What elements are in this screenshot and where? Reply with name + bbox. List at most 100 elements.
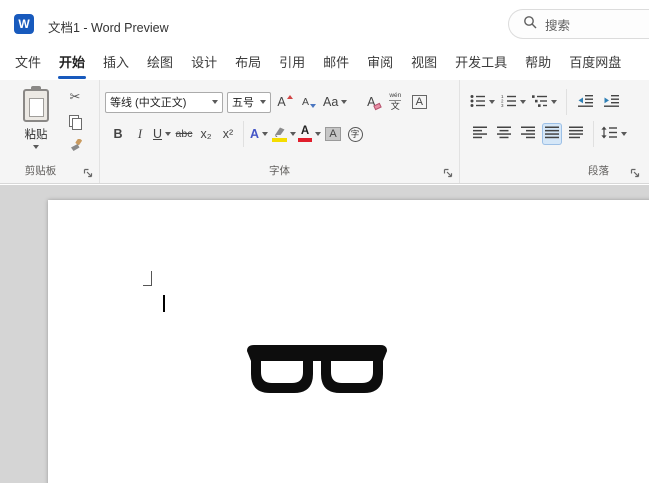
increase-indent-icon [604, 94, 620, 111]
format-painter-button[interactable] [62, 136, 88, 158]
character-border-icon: A [412, 95, 427, 109]
tab-help[interactable]: 帮助 [516, 48, 560, 80]
align-left-button[interactable] [470, 123, 490, 145]
cut-button[interactable]: ✂ [62, 86, 88, 108]
line-spacing-button[interactable] [601, 123, 627, 145]
clipboard-dialog-launcher[interactable] [82, 167, 94, 179]
tab-mailings[interactable]: 邮件 [314, 48, 358, 80]
change-case-icon: Aa [323, 95, 338, 109]
copy-button[interactable] [62, 111, 88, 133]
align-left-icon [473, 126, 488, 142]
decrease-indent-button[interactable] [576, 91, 596, 113]
font-color-icon: A [298, 126, 312, 143]
tab-view[interactable]: 视图 [402, 48, 446, 80]
superscript-button[interactable]: x² [218, 123, 238, 145]
character-shading-icon: A [325, 127, 340, 141]
text-boundary-mark [143, 271, 152, 286]
highlight-icon [271, 126, 287, 142]
justify-icon [545, 126, 560, 142]
grow-font-icon: A [277, 95, 285, 109]
ribbon: 粘贴 ✂ 剪贴板 [0, 80, 649, 184]
subscript-icon: x₂ [200, 127, 211, 141]
copy-icon [68, 115, 82, 129]
align-right-button[interactable] [518, 123, 538, 145]
align-right-icon [521, 126, 536, 142]
shrink-font-icon: A [302, 96, 309, 108]
justify-button[interactable] [542, 123, 562, 145]
tab-insert[interactable]: 插入 [94, 48, 138, 80]
font-name-value: 等线 (中文正文) [110, 94, 186, 110]
increase-indent-button[interactable] [602, 91, 622, 113]
document-page[interactable] [48, 200, 649, 483]
italic-button[interactable]: I [130, 123, 150, 145]
search-icon [523, 15, 537, 34]
font-size-combobox[interactable]: 五号 [227, 92, 271, 113]
grow-arrow-icon [287, 95, 293, 99]
text-effects-button[interactable]: A [249, 123, 269, 145]
bold-button[interactable]: B [108, 123, 128, 145]
enclose-characters-button[interactable]: 字 [345, 123, 365, 145]
multilevel-list-button[interactable] [532, 91, 557, 113]
grow-font-button[interactable]: A [275, 91, 295, 113]
tab-draw[interactable]: 绘图 [138, 48, 182, 80]
format-painter-icon [68, 139, 83, 156]
tab-developer[interactable]: 开发工具 [446, 48, 516, 80]
character-shading-button[interactable]: A [323, 123, 343, 145]
tab-file[interactable]: 文件 [6, 48, 50, 80]
word-app-window: W 文档1 - Word Preview 搜索 文件 开始 插入 绘图 设计 布… [0, 0, 649, 483]
ribbon-tabbar: 文件 开始 插入 绘图 设计 布局 引用 邮件 审阅 视图 开发工具 帮助 百度… [0, 48, 649, 80]
change-case-button[interactable]: Aa [323, 91, 347, 113]
line-spacing-caret [621, 132, 627, 136]
font-dialog-launcher[interactable] [442, 167, 454, 179]
bullets-caret [489, 100, 495, 104]
italic-icon: I [138, 127, 142, 142]
paragraph-dialog-launcher[interactable] [629, 167, 641, 179]
superscript-icon: x² [223, 127, 233, 141]
strikethrough-button[interactable]: abc [174, 123, 194, 145]
bullets-icon [470, 94, 486, 111]
phonetic-guide-button[interactable]: wén 文 [385, 91, 405, 113]
bullets-button[interactable] [470, 91, 495, 113]
subscript-button[interactable]: x₂ [196, 123, 216, 145]
character-border-button[interactable]: A [409, 91, 429, 113]
tab-design[interactable]: 设计 [182, 48, 226, 80]
highlight-caret [290, 132, 296, 136]
document-title: 文档1 - Word Preview [48, 17, 169, 36]
change-case-caret [341, 100, 347, 104]
numbering-button[interactable]: 123 [501, 91, 526, 113]
font-color-button[interactable]: A [298, 123, 321, 145]
text-effects-caret [262, 132, 268, 136]
phonetic-guide-icon: wén 文 [389, 93, 401, 112]
paste-dropdown-caret [33, 145, 39, 149]
paste-button[interactable]: 粘贴 [12, 86, 60, 162]
shrink-arrow-icon [310, 104, 316, 108]
align-center-button[interactable] [494, 123, 514, 145]
tab-baidu-netdisk[interactable]: 百度网盘 [560, 48, 630, 80]
tab-review[interactable]: 审阅 [358, 48, 402, 80]
paste-label: 粘贴 [25, 126, 48, 142]
document-area [0, 185, 649, 483]
font-name-combobox[interactable]: 等线 (中文正文) [105, 92, 223, 113]
numbering-caret [520, 100, 526, 104]
tab-references[interactable]: 引用 [270, 48, 314, 80]
tab-home[interactable]: 开始 [50, 48, 94, 80]
distribute-button[interactable] [566, 123, 586, 145]
enclose-characters-icon: 字 [348, 127, 363, 142]
scissors-icon: ✂ [70, 90, 81, 105]
word-logo-icon: W [14, 14, 34, 34]
clear-formatting-icon: A [367, 95, 375, 109]
text-cursor [163, 295, 165, 312]
clipboard-paste-icon [23, 86, 49, 122]
font-color-caret [315, 132, 321, 136]
highlight-button[interactable] [271, 123, 296, 145]
underline-button[interactable]: U [152, 123, 172, 145]
multilevel-list-caret [551, 100, 557, 104]
shrink-font-button[interactable]: A [299, 91, 319, 113]
glasses-image[interactable] [247, 343, 387, 400]
font-group: 等线 (中文正文) 五号 A A Aa [100, 80, 460, 183]
underline-icon: U [153, 127, 162, 141]
clear-formatting-button[interactable]: A [361, 91, 381, 113]
tab-layout[interactable]: 布局 [226, 48, 270, 80]
font-size-value: 五号 [232, 94, 254, 110]
search-box[interactable]: 搜索 [508, 9, 649, 39]
